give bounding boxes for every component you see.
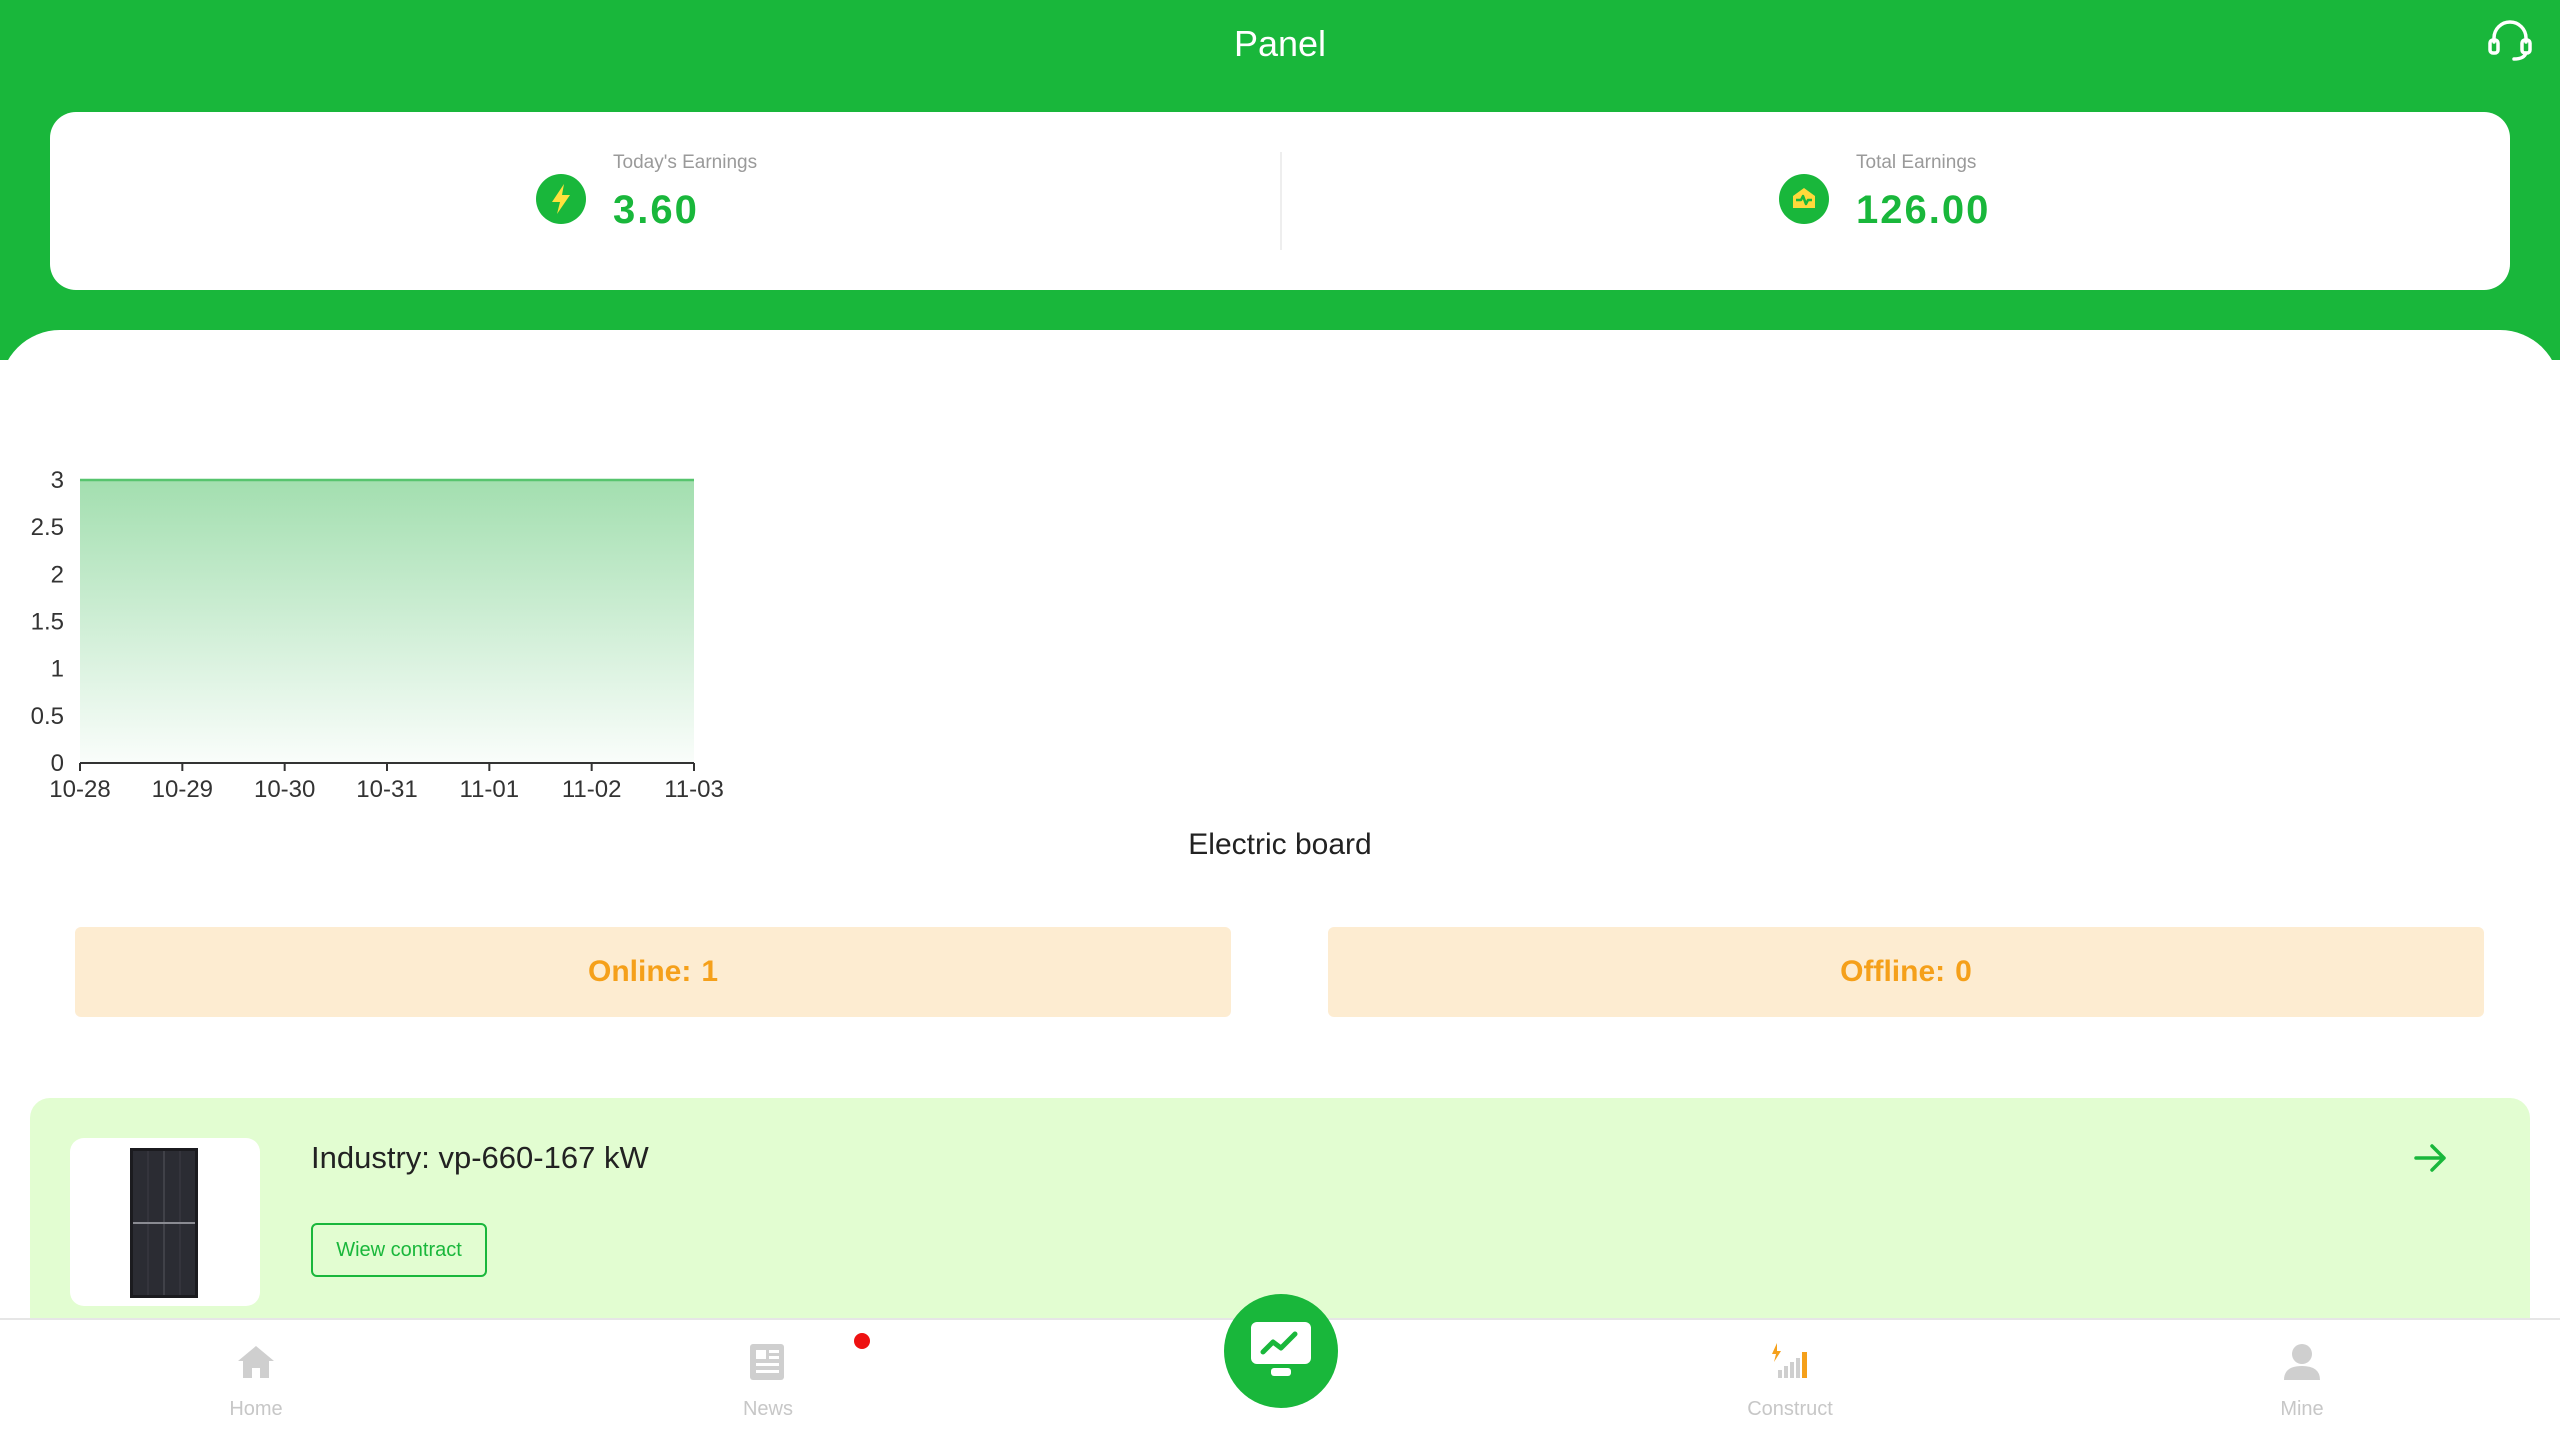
earnings-card: Today's Earnings 3.60 Total Earnings 126…: [50, 112, 2510, 290]
home-icon: [238, 1346, 274, 1378]
offline-status[interactable]: Offline: 0: [1328, 927, 2484, 1017]
device-title: Industry: vp-660-167 kW: [311, 1140, 649, 1175]
tab-mine[interactable]: Mine: [2202, 1320, 2402, 1442]
chart-y-tick-label: 2.5: [31, 514, 64, 541]
lightning-icon: [536, 174, 586, 224]
header-bar: Panel Today's Earnings 3.60 Total Earnin…: [0, 0, 2560, 360]
chart-area: [80, 480, 694, 763]
chart-y-tick-label: 1: [51, 656, 64, 683]
today-earnings-label: Today's Earnings: [613, 152, 758, 173]
chart-x-tick-label: 10-28: [49, 776, 110, 803]
page-title: Panel: [1233, 23, 1327, 64]
tab-news-label: News: [742, 1398, 793, 1420]
tab-home-label: Home: [229, 1398, 283, 1420]
chart-x-tick-label: 11-02: [562, 776, 622, 803]
chart-y-tick-label: 3: [51, 467, 64, 494]
chart-x-tick-label: 10-31: [356, 776, 417, 803]
tab-construct-label: Construct: [1747, 1398, 1833, 1420]
headset-icon[interactable]: [2484, 14, 2536, 66]
tab-mine-label: Mine: [2280, 1398, 2324, 1420]
news-icon: [750, 1344, 784, 1380]
solar-panel-image: [130, 1148, 198, 1298]
online-status[interactable]: Online: 1: [75, 927, 1231, 1017]
wallet-icon: [1779, 174, 1829, 224]
online-label: Online:: [587, 955, 692, 988]
offline-label: Offline:: [1840, 955, 1946, 988]
chart-x-tick-label: 11-03: [664, 776, 724, 803]
view-contract-button[interactable]: Wiew contract: [311, 1223, 487, 1277]
chart-y-tick-label: 0.5: [31, 703, 64, 730]
electric-board-title: Electric board: [1188, 828, 1372, 861]
user-icon: [2284, 1344, 2320, 1380]
news-badge: [854, 1333, 870, 1349]
offline-count: 0: [1955, 955, 1972, 988]
online-count: 1: [701, 955, 719, 988]
signal-bars-icon: [1772, 1343, 1807, 1378]
total-earnings-value: 126.00: [1856, 188, 1991, 232]
total-earnings-label: Total Earnings: [1856, 152, 1977, 173]
chart-x-tick-label: 10-30: [254, 776, 315, 803]
chart-y-tick-label: 0: [51, 750, 64, 777]
chart-x-tick-label: 10-29: [152, 776, 213, 803]
device-thumbnail: [70, 1138, 260, 1306]
chart-y-tick-label: 2: [51, 561, 64, 588]
today-earnings-value: 3.60: [613, 188, 699, 232]
tab-home[interactable]: Home: [156, 1320, 356, 1442]
monitor-chart-icon: [1251, 1322, 1311, 1376]
chart-x-tick-label: 11-01: [460, 776, 520, 803]
chart-y-tick-label: 1.5: [31, 609, 64, 636]
tab-panel[interactable]: [1224, 1294, 1338, 1408]
tab-news[interactable]: News: [668, 1320, 870, 1442]
earnings-chart: 10-28 10-29 10-30 10-31 11-01 11-02 11-03 0 0.5 1…: [31, 467, 724, 803]
arrow-right-icon[interactable]: [2408, 1136, 2452, 1180]
earnings-divider: [1280, 152, 1282, 250]
tab-construct[interactable]: Construct: [1690, 1320, 1890, 1442]
